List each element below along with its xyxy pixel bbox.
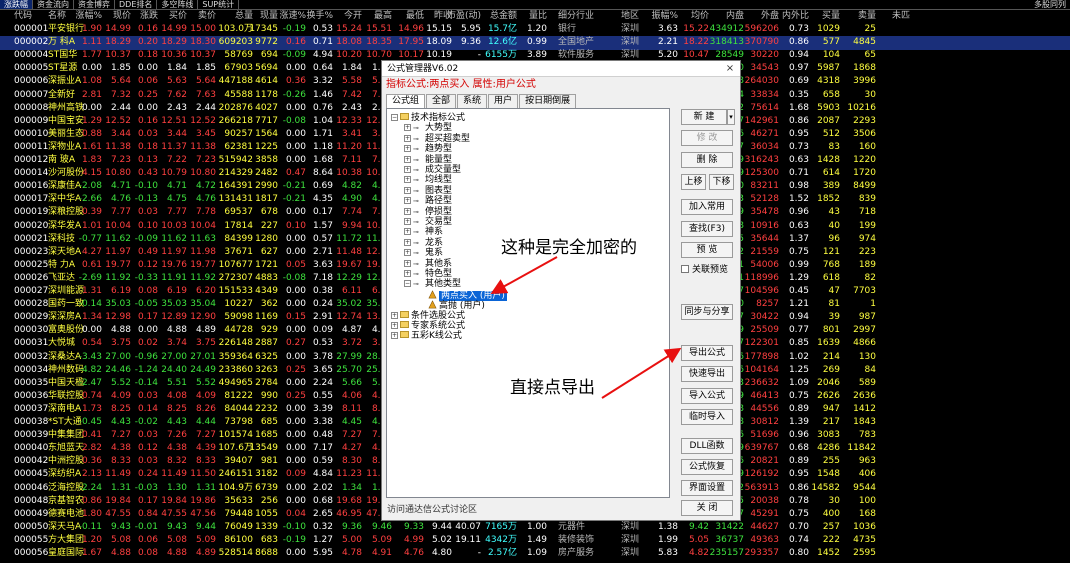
- arrow-to-export-button: [601, 347, 682, 399]
- annotation-arrows: [490, 256, 682, 399]
- arrow-to-formula-item: [490, 256, 558, 294]
